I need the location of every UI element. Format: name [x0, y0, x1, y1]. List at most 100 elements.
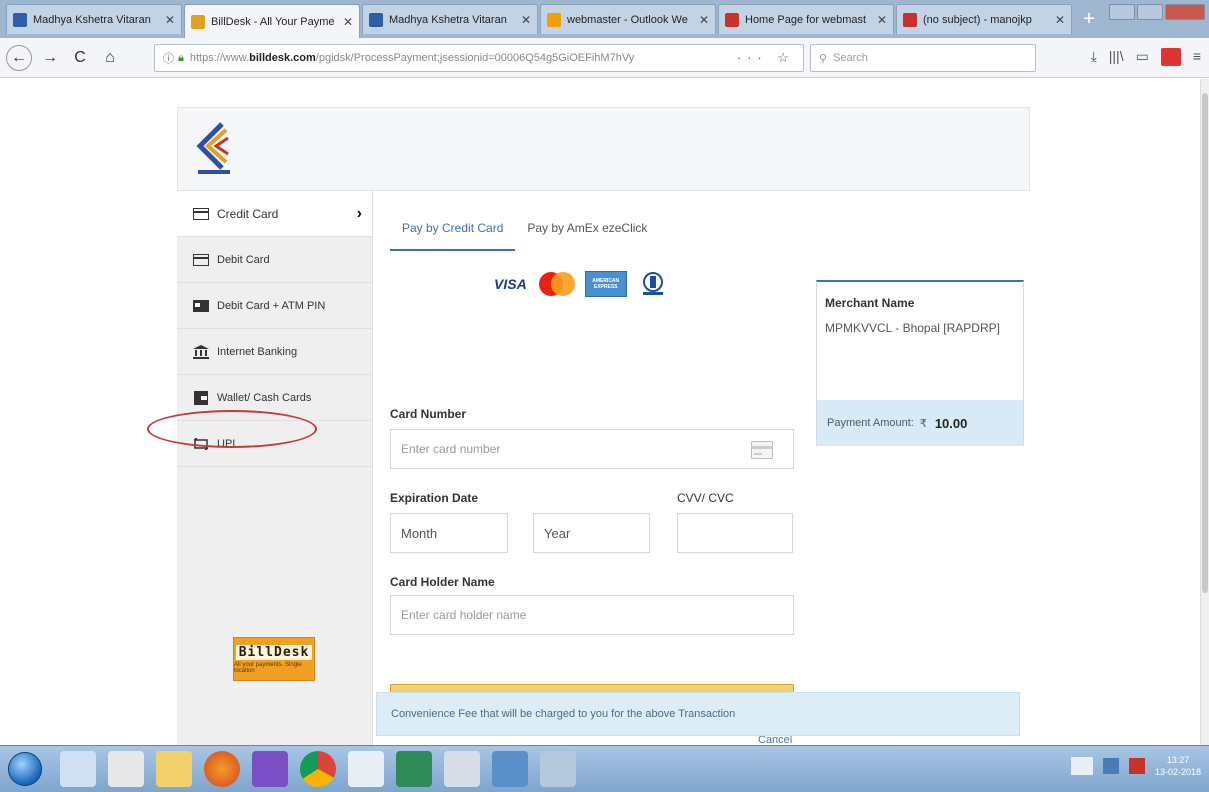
- tab-favicon-icon: [725, 12, 739, 27]
- taskbar-monitor-icon[interactable]: [492, 751, 528, 787]
- tab-favicon-icon: [903, 12, 917, 27]
- taskbar-app-icon[interactable]: [540, 751, 576, 787]
- taskbar-tools-icon[interactable]: [108, 751, 144, 787]
- taskbar-paint-icon[interactable]: [252, 751, 288, 787]
- browser-tab-strip: Madhya Kshetra Vitaran ✕ BillDesk - All Y…: [0, 0, 1209, 38]
- billdesk-logo-text: BillDesk: [235, 644, 313, 660]
- merchant-name-heading: Merchant Name: [825, 296, 915, 310]
- sidebar-item-label: Internet Banking: [217, 345, 298, 358]
- search-box[interactable]: ⚲ Search: [810, 44, 1036, 72]
- diners-club-logo-icon: [637, 271, 669, 297]
- taskbar-excel-icon[interactable]: [396, 751, 432, 787]
- windows-taskbar: 13:27 13-02-2018: [0, 745, 1209, 792]
- system-clock[interactable]: 13:27 13-02-2018: [1155, 754, 1201, 778]
- forward-button[interactable]: →: [38, 46, 62, 70]
- expiry-year-select[interactable]: Year: [533, 513, 650, 553]
- browser-tab[interactable]: (no subject) - manojkp ✕: [896, 4, 1072, 34]
- tab-title: webmaster - Outlook We: [567, 13, 688, 26]
- back-button[interactable]: ←: [6, 44, 32, 71]
- browser-tab[interactable]: Madhya Kshetra Vitaran ✕: [362, 4, 538, 34]
- taskbar-chrome-icon[interactable]: [300, 751, 336, 787]
- card-number-label: Card Number: [390, 407, 467, 421]
- browser-tab[interactable]: Home Page for webmast ✕: [718, 4, 894, 34]
- toolbar-icons: ⤓ |||\ ▭ ≡: [1091, 48, 1201, 66]
- sidebar-item-label: Debit Card: [217, 253, 270, 266]
- window-controls: [1109, 4, 1205, 20]
- tab-pay-by-credit-card[interactable]: Pay by Credit Card: [390, 221, 516, 251]
- convenience-fee-text: Convenience Fee that will be charged to …: [391, 708, 736, 720]
- payment-amount-value: 10.00: [934, 415, 968, 431]
- browser-tab[interactable]: Madhya Kshetra Vitaran ✕: [6, 4, 182, 34]
- tab-close-icon[interactable]: ✕: [521, 13, 531, 27]
- card-holder-name-input[interactable]: [390, 595, 794, 635]
- close-window-button[interactable]: [1165, 4, 1205, 20]
- sidebar-item-internet-banking[interactable]: Internet Banking: [177, 329, 372, 375]
- tab-close-icon[interactable]: ✕: [877, 13, 887, 27]
- taskbar-firefox-icon[interactable]: [204, 751, 240, 787]
- rupee-symbol: ₹: [919, 417, 927, 430]
- sidebar-item-label: Wallet/ Cash Cards: [217, 391, 312, 404]
- search-icon: ⚲: [819, 52, 828, 65]
- tab-favicon-icon: [547, 12, 561, 27]
- taskbar-search-icon[interactable]: [60, 751, 96, 787]
- system-tray: 13:27 13-02-2018: [1070, 754, 1201, 778]
- sidebar-item-label: Debit Card + ATM PIN: [217, 299, 326, 312]
- tab-favicon-icon: [13, 12, 27, 27]
- browser-tab[interactable]: webmaster - Outlook We ✕: [540, 4, 716, 34]
- maximize-button[interactable]: [1137, 4, 1163, 20]
- visa-logo-icon: VISA: [494, 276, 527, 292]
- home-button[interactable]: ⌂: [98, 46, 122, 70]
- page-actions-icon[interactable]: ··· ☆: [737, 50, 795, 66]
- tab-close-icon[interactable]: ✕: [343, 15, 353, 29]
- scrollbar-thumb[interactable]: [1202, 93, 1208, 593]
- clock-time: 13:27: [1166, 755, 1190, 765]
- highlight-annotation-oval: [147, 410, 317, 448]
- payment-tabs: Pay by Credit Card Pay by AmEx ezeClick: [390, 221, 659, 251]
- tab-close-icon[interactable]: ✕: [165, 13, 175, 27]
- card-icon: [193, 253, 209, 267]
- tab-title: Madhya Kshetra Vitaran: [33, 13, 151, 26]
- info-icon[interactable]: ⓘ: [163, 50, 174, 66]
- sidebar-icon[interactable]: ▭: [1136, 48, 1149, 66]
- addon-icon[interactable]: [1160, 48, 1181, 66]
- cvv-input[interactable]: [677, 513, 793, 553]
- tray-pen-icon[interactable]: [1070, 757, 1093, 775]
- address-bar[interactable]: ⓘ 🔒︎ https://www.billdesk.com/pgidsk/Pro…: [154, 44, 804, 72]
- taskbar-chart-icon[interactable]: [348, 751, 384, 787]
- cvv-label: CVV/ CVC: [677, 491, 734, 505]
- tab-close-icon[interactable]: ✕: [1055, 13, 1065, 27]
- sidebar-item-debit-atm-pin[interactable]: Debit Card + ATM PIN: [177, 283, 372, 329]
- lock-icon: 🔒︎: [178, 51, 184, 64]
- reload-button[interactable]: C: [68, 46, 92, 70]
- page-scrollbar[interactable]: [1200, 79, 1209, 745]
- taskbar-folder-icon[interactable]: [156, 751, 192, 787]
- billdesk-tagline: All your payments. Single location: [234, 661, 302, 674]
- tab-title: Madhya Kshetra Vitaran: [389, 13, 507, 26]
- payment-amount-label: Payment Amount:: [827, 417, 914, 429]
- browser-tab-active[interactable]: BillDesk - All Your Payme ✕: [184, 4, 360, 38]
- convenience-fee-note: Convenience Fee that will be charged to …: [376, 692, 1020, 736]
- taskbar-pen-icon[interactable]: [444, 751, 480, 787]
- new-tab-button[interactable]: +: [1074, 6, 1104, 32]
- start-button-icon[interactable]: [8, 752, 42, 786]
- card-outline-icon: [751, 441, 773, 459]
- tab-pay-by-amex-ezeclick[interactable]: Pay by AmEx ezeClick: [515, 221, 659, 251]
- sidebar-item-upi[interactable]: UPI: [147, 410, 372, 467]
- card-number-input[interactable]: [390, 429, 794, 469]
- library-icon[interactable]: |||\: [1109, 48, 1124, 66]
- sidebar-item-debit-card[interactable]: Debit Card: [177, 237, 372, 283]
- expiry-month-select[interactable]: Month: [390, 513, 508, 553]
- sidebar-item-credit-card[interactable]: Credit Card ›: [177, 191, 372, 237]
- downloads-icon[interactable]: ⤓: [1091, 48, 1097, 66]
- atm-card-icon: [193, 299, 209, 313]
- tab-close-icon[interactable]: ✕: [699, 13, 709, 27]
- tray-volume-icon[interactable]: [1128, 758, 1145, 774]
- url-text: https://www.billdesk.com/pgidsk/ProcessP…: [189, 52, 635, 64]
- tray-network-icon[interactable]: [1102, 758, 1119, 774]
- clock-date: 13-02-2018: [1154, 767, 1201, 777]
- tab-favicon-icon: [369, 12, 383, 27]
- menu-icon[interactable]: ≡: [1193, 48, 1201, 66]
- minimize-button[interactable]: [1109, 4, 1135, 20]
- wallet-icon: [193, 390, 209, 405]
- chevron-right-icon: ›: [356, 204, 362, 222]
